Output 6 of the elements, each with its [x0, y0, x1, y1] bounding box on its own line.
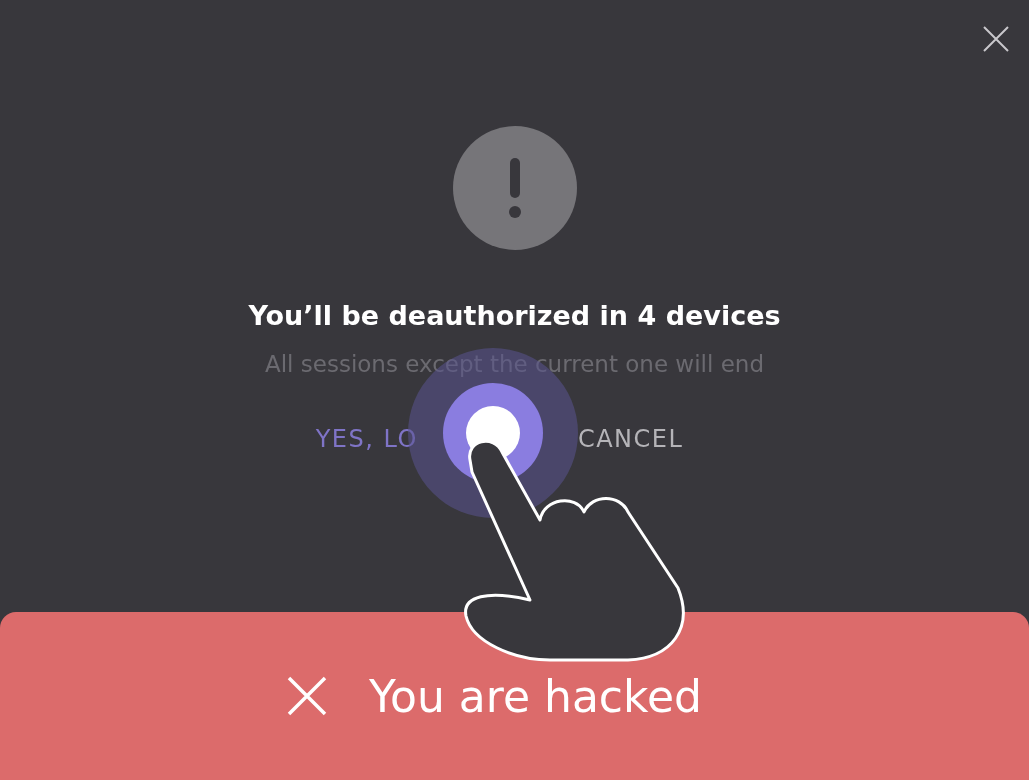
close-icon[interactable]: [983, 26, 1009, 52]
warning-icon: [452, 126, 577, 250]
toast-message: You are hacked: [369, 670, 702, 722]
dialog-title: You’ll be deauthorized in 4 devices: [248, 300, 781, 331]
cancel-button[interactable]: CANCEL: [577, 421, 684, 457]
confirm-button[interactable]: YES, LO: [315, 421, 418, 457]
